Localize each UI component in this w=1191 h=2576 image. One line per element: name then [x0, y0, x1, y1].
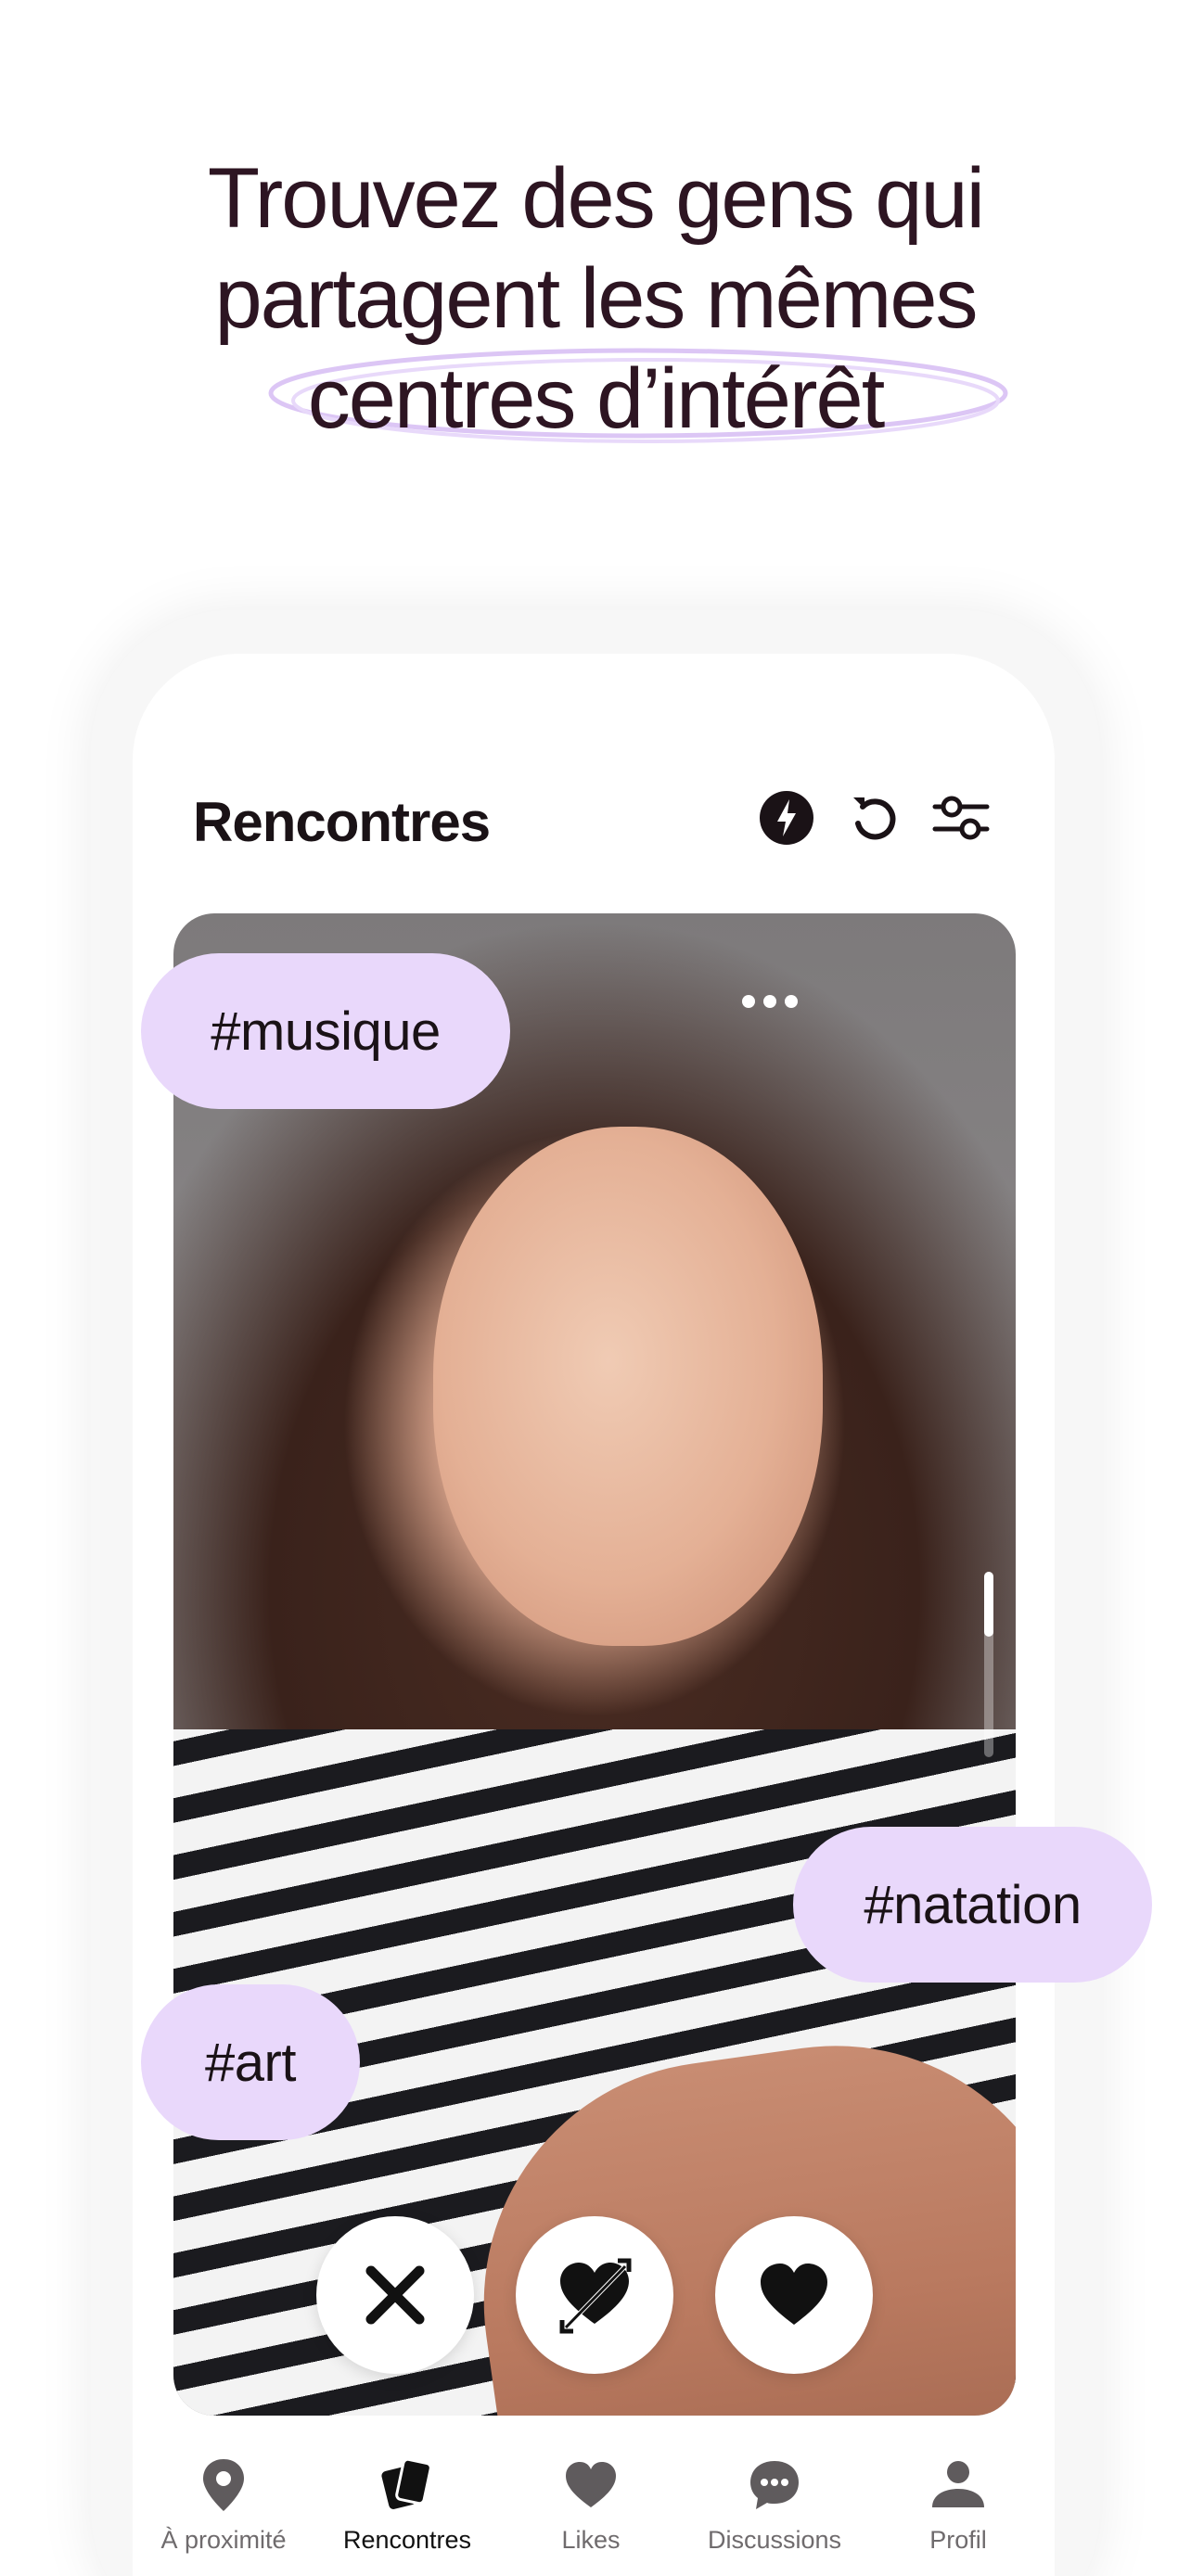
- lightning-icon[interactable]: [757, 788, 816, 848]
- tab-profile[interactable]: Profil: [865, 2455, 1051, 2567]
- tab-label-discussions: Discussions: [707, 2526, 842, 2554]
- tab-label-nearby: À proximité: [160, 2526, 287, 2554]
- heart-icon: [566, 2462, 616, 2507]
- like-button[interactable]: [715, 2216, 873, 2374]
- heart-arrow-icon: [559, 2258, 632, 2334]
- crush-button[interactable]: [516, 2216, 673, 2374]
- tab-encounters[interactable]: Rencontres: [314, 2455, 500, 2567]
- tag-art: #art: [141, 1984, 360, 2140]
- app-title: Rencontres: [193, 791, 491, 853]
- heart-icon: [761, 2264, 827, 2325]
- undo-icon[interactable]: [844, 788, 903, 848]
- close-icon: [365, 2265, 425, 2325]
- tab-label-profile: Profil: [929, 2526, 987, 2554]
- person-icon: [932, 2461, 984, 2507]
- tab-label-likes: Likes: [561, 2526, 621, 2554]
- tag-natation: #natation: [793, 1827, 1152, 1983]
- chat-bubble-icon: [750, 2461, 799, 2509]
- cards-icon: [381, 2457, 432, 2509]
- headline-highlight: centres d’intérêt: [268, 348, 1008, 449]
- headline: Trouvez des gens qui partagent les mêmes…: [0, 148, 1191, 449]
- tab-label-encounters: Rencontres: [342, 2526, 472, 2554]
- tab-likes[interactable]: Likes: [498, 2455, 684, 2567]
- profile-photo-card[interactable]: [173, 913, 1016, 2416]
- photo-face: [433, 1127, 823, 1646]
- pass-button[interactable]: [316, 2216, 474, 2374]
- location-pin-icon: [203, 2459, 244, 2511]
- tab-nearby[interactable]: À proximité: [131, 2455, 316, 2567]
- filter-sliders-icon[interactable]: [931, 788, 991, 848]
- photo-scroll-indicator: [984, 1572, 993, 1637]
- headline-line-1: Trouvez des gens qui: [207, 151, 985, 246]
- more-dots-icon[interactable]: [737, 990, 802, 1013]
- headline-line-3: centres d’intérêt: [307, 351, 886, 446]
- tab-discussions[interactable]: Discussions: [682, 2455, 867, 2567]
- headline-line-2: partagent les mêmes: [214, 251, 978, 346]
- tag-musique: #musique: [141, 953, 510, 1109]
